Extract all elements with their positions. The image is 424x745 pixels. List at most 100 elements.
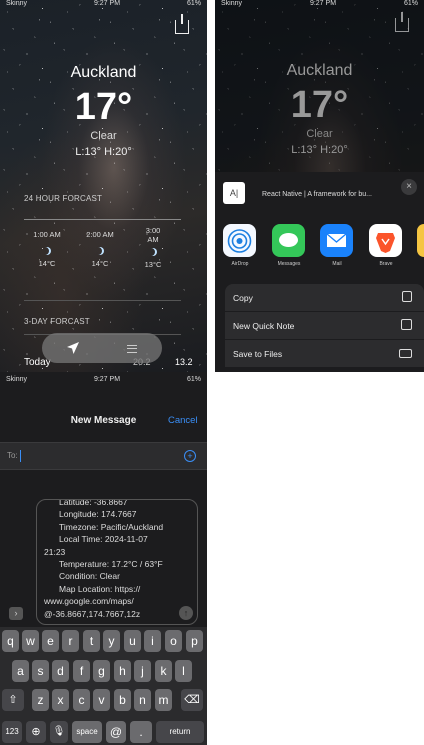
hour-temp: 14°C bbox=[91, 259, 109, 268]
carrier-label: Skinny bbox=[6, 0, 28, 7]
key-c[interactable]: c bbox=[73, 689, 90, 711]
daily-forecast-title: 3-DAY FORCAST bbox=[24, 317, 90, 326]
key-b[interactable]: b bbox=[114, 689, 131, 711]
app-label-airdrop: AirDrop bbox=[231, 261, 249, 267]
key-e[interactable]: e bbox=[42, 630, 59, 652]
share-icon[interactable] bbox=[175, 14, 189, 34]
folder-icon bbox=[399, 349, 412, 358]
body-line: Longitude: 174.7667 bbox=[59, 509, 137, 520]
hourly-item: 3:00 AM 13°C bbox=[135, 226, 171, 269]
time-label: 9:27 PM bbox=[93, 376, 121, 383]
save-to-files-label: Save to Files bbox=[233, 349, 283, 359]
app-label-mail: Mail bbox=[332, 261, 342, 267]
globe-key[interactable]: ⊕ bbox=[26, 721, 46, 743]
city-name: Auckland bbox=[286, 62, 353, 79]
carrier-label: Skinny bbox=[6, 376, 28, 383]
body-line: Timezone: Pacific/Auckland bbox=[59, 521, 164, 532]
brave-icon[interactable] bbox=[369, 224, 402, 257]
key-n[interactable]: n bbox=[134, 689, 151, 711]
at-key[interactable]: @ bbox=[106, 721, 126, 743]
key-a[interactable]: a bbox=[12, 660, 29, 682]
key-g[interactable]: g bbox=[93, 660, 110, 682]
divider bbox=[24, 300, 181, 301]
key-t[interactable]: t bbox=[83, 630, 100, 652]
to-field[interactable]: To: + bbox=[0, 442, 207, 470]
current-temperature: 17° bbox=[74, 86, 133, 128]
key-v[interactable]: v bbox=[93, 689, 110, 711]
more-apps-icon[interactable] bbox=[417, 224, 424, 257]
apps-expand-icon[interactable]: › bbox=[9, 607, 23, 620]
hour-temp: 14°C bbox=[38, 259, 56, 268]
message-body: Latitude: -36.8667 Longitude: 174.7667 T… bbox=[44, 500, 164, 620]
quick-note-action[interactable]: New Quick Note bbox=[225, 312, 424, 339]
location-arrow-icon[interactable] bbox=[66, 341, 80, 355]
app-label-brave: Brave bbox=[379, 261, 393, 267]
current-temperature: 17° bbox=[290, 84, 349, 126]
period-key[interactable]: . bbox=[130, 721, 152, 743]
time-label: 9:27 PM bbox=[309, 0, 337, 7]
hourly-forecast-title: 24 HOUR FORCAST bbox=[24, 194, 103, 203]
key-m[interactable]: m bbox=[155, 689, 172, 711]
daily-high-value: 13.2 bbox=[175, 357, 193, 367]
moon-icon bbox=[149, 248, 157, 256]
share-icon bbox=[395, 12, 409, 32]
high-low-label: L:13° H:20° bbox=[291, 144, 348, 156]
key-o[interactable]: o bbox=[165, 630, 182, 652]
key-y[interactable]: y bbox=[103, 630, 120, 652]
return-key[interactable]: return bbox=[156, 721, 204, 743]
key-z[interactable]: z bbox=[32, 689, 49, 711]
microphone-key[interactable]: 🎙 bbox=[50, 721, 68, 743]
moon-icon bbox=[43, 247, 51, 255]
messages-icon[interactable] bbox=[272, 224, 305, 257]
preview-thumbnail: A| bbox=[223, 182, 245, 204]
to-label: To: bbox=[7, 451, 18, 460]
body-line: Map Location: https:// bbox=[59, 583, 141, 594]
add-recipient-icon[interactable]: + bbox=[184, 450, 196, 462]
backspace-key[interactable]: ⌫ bbox=[181, 689, 203, 711]
keyboard: q w e r t y u i o p a s d f g h j k l ⇧ … bbox=[0, 627, 207, 745]
key-h[interactable]: h bbox=[114, 660, 131, 682]
space-key[interactable]: space bbox=[72, 721, 102, 743]
message-input[interactable]: Latitude: -36.8667 Longitude: 174.7667 T… bbox=[36, 499, 198, 625]
key-l[interactable]: l bbox=[175, 660, 192, 682]
key-s[interactable]: s bbox=[32, 660, 49, 682]
numbers-key[interactable]: 123 bbox=[2, 721, 22, 743]
mail-icon[interactable] bbox=[320, 224, 353, 257]
key-p[interactable]: p bbox=[186, 630, 203, 652]
body-line: www.google.com/maps/ bbox=[44, 596, 134, 607]
key-q[interactable]: q bbox=[2, 630, 19, 652]
key-r[interactable]: r bbox=[62, 630, 79, 652]
moon-icon bbox=[96, 247, 104, 255]
hour-time: 1:00 AM bbox=[33, 230, 61, 239]
shift-key[interactable]: ⇧ bbox=[2, 689, 24, 711]
quick-note-label: New Quick Note bbox=[233, 321, 295, 331]
preview-title: React Native | A framework for bu... bbox=[262, 191, 372, 198]
hour-time: 2:00 AM bbox=[86, 230, 114, 239]
divider bbox=[24, 219, 181, 220]
key-k[interactable]: k bbox=[155, 660, 172, 682]
high-low-label: L:13° H:20° bbox=[75, 146, 132, 158]
status-bar: Skinny 9:27 PM 61% bbox=[0, 376, 207, 386]
airdrop-icon[interactable] bbox=[223, 224, 256, 257]
key-w[interactable]: w bbox=[22, 630, 39, 652]
battery-label: 61% bbox=[186, 0, 201, 7]
save-to-files-action[interactable]: Save to Files bbox=[225, 340, 424, 367]
carrier-label: Skinny bbox=[221, 0, 243, 7]
condition-label: Clear bbox=[306, 128, 333, 140]
battery-label: 61% bbox=[186, 376, 201, 383]
key-d[interactable]: d bbox=[52, 660, 69, 682]
key-x[interactable]: x bbox=[52, 689, 69, 711]
key-j[interactable]: j bbox=[134, 660, 151, 682]
key-f[interactable]: f bbox=[73, 660, 90, 682]
key-u[interactable]: u bbox=[124, 630, 141, 652]
cancel-button[interactable]: Cancel bbox=[168, 415, 198, 426]
body-line: Condition: Clear bbox=[59, 571, 120, 582]
text-cursor bbox=[20, 450, 21, 462]
key-i[interactable]: i bbox=[144, 630, 161, 652]
status-bar: Skinny 9:27 PM 61% bbox=[215, 0, 424, 10]
close-button[interactable]: × bbox=[401, 179, 417, 195]
menu-icon[interactable] bbox=[127, 345, 137, 353]
copy-action[interactable]: Copy bbox=[225, 284, 424, 311]
send-icon[interactable]: ↑ bbox=[179, 606, 193, 620]
body-line: Local Time: 2024-11-07 bbox=[59, 534, 148, 545]
